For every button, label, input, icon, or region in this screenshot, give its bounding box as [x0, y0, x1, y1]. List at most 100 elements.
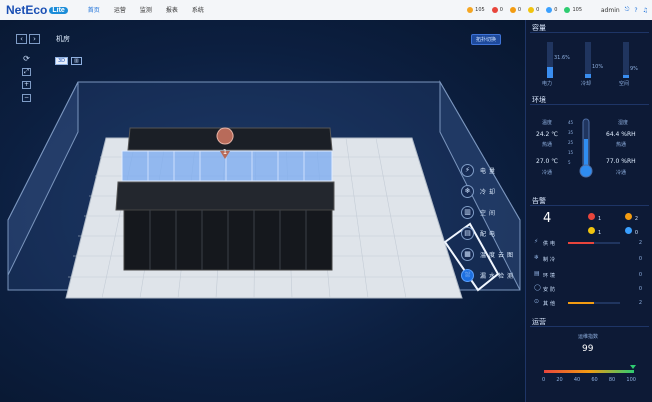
topology-switch-button[interactable]: 拓扑切换	[471, 34, 502, 45]
layer-temperature-map[interactable]: ▦ 温度云图	[461, 244, 516, 265]
capacity-bar-cooling[interactable]	[585, 42, 591, 78]
layer-power[interactable]: ⚡ 电量	[461, 160, 516, 181]
top-bar: NetEco Lite 首页 运营 监测 报表 系统 105 0 0 0 0 1…	[0, 0, 652, 22]
alarm-warning[interactable]: 0	[624, 227, 638, 236]
ops-index-value: 99	[582, 344, 594, 354]
rack-marker-label: 1	[223, 148, 227, 156]
alarm-count-minor[interactable]: 0	[528, 7, 539, 13]
zoom-out-icon[interactable]: −	[22, 94, 31, 102]
nav-home[interactable]: 首页	[87, 0, 100, 22]
ops-index-gauge	[544, 365, 637, 373]
gauge-marker-icon	[630, 365, 637, 369]
rotate-icon[interactable]: ⟳	[23, 54, 30, 63]
ops-index-label: 运维指数	[578, 334, 599, 340]
bell-icon[interactable]: ♫	[643, 7, 648, 14]
room-scene: 1 ‹ › 机房 拓扑切换 ⟳ ⤢ + − 3D ▥ ⚡ 电量 ❄ 冷却 ▥ 空间 ▤…	[0, 20, 525, 402]
snowflake-icon: ❄	[534, 254, 540, 261]
history-nav: ‹ ›	[16, 34, 42, 44]
capacity-label-space: 空间	[619, 81, 630, 87]
capacity-label-cooling: 冷却	[581, 81, 592, 87]
info-panel: 容量 31.6% 电力 10% 冷却 9% 空间 环境 温度 24.2 ℃ 热通…	[525, 20, 652, 402]
capacity-bar-power[interactable]	[547, 42, 553, 78]
main-nav: 首页 运营 监测 报表 系统	[87, 0, 218, 22]
app-root: NetEco Lite 首页 运营 监测 报表 系统 105 0 0 0 0 1…	[0, 0, 652, 402]
critical-icon	[491, 7, 498, 13]
heatmap-icon: ▦	[461, 248, 474, 261]
thermo-tick: 5	[568, 160, 571, 165]
logo[interactable]: NetEco Lite	[6, 3, 68, 17]
capacity-bar-space[interactable]	[623, 42, 629, 78]
bell-icon	[467, 7, 474, 13]
cold-aisle-humidity-label: 冷通	[616, 170, 627, 176]
alarm-count-total[interactable]: 105	[467, 7, 485, 13]
alarm-level-grid: 1 2 1 0	[588, 213, 638, 236]
logo-text: NetEco	[6, 3, 48, 17]
forward-button[interactable]: ›	[29, 34, 40, 44]
power-icon: ⚡	[534, 238, 539, 245]
nav-monitor[interactable]: 监测	[140, 0, 152, 22]
alarm-summary: 105 0 0 0 0 105	[460, 0, 582, 20]
capacity-label-power: 电力	[542, 81, 553, 87]
gauge-axis: 0 20 40 60 80 100	[542, 377, 636, 383]
rack-row-front-top[interactable]	[115, 181, 335, 211]
layer-leak-detection[interactable]: ⛆ 漏水检测	[461, 265, 516, 286]
cleared-icon	[564, 7, 571, 13]
divider	[530, 104, 649, 105]
layer-legend: ⚡ 电量 ❄ 冷却 ▥ 空间 ▤ 配电 ▦ 温度云图 ⛆ 漏水检测	[461, 160, 516, 286]
logo-badge: Lite	[49, 6, 68, 14]
gauge-tick: 80	[608, 377, 616, 383]
alarm-count-major[interactable]: 0	[509, 7, 521, 13]
alarm-total[interactable]: 4	[543, 211, 551, 226]
user-area: admin ⎋ ? ♫	[596, 0, 648, 20]
thermo-tick: 25	[568, 140, 574, 145]
other-icon: ⊙	[534, 298, 540, 305]
alarm-minor[interactable]: 1	[588, 227, 601, 236]
nav-report[interactable]: 报表	[166, 0, 178, 22]
view-chart-button[interactable]: ▥	[71, 57, 82, 65]
view-3d-button[interactable]: 3D	[55, 57, 69, 65]
alarm-count-warning[interactable]: 0	[546, 7, 557, 13]
divider	[530, 32, 649, 33]
warning-icon	[546, 7, 553, 13]
power-icon: ⚡	[461, 164, 474, 177]
nav-system[interactable]: 系统	[192, 0, 204, 22]
gauge-tick: 20	[556, 377, 563, 383]
layer-cooling[interactable]: ❄ 冷却	[461, 181, 516, 202]
gauge-tick: 40	[573, 377, 581, 383]
alarm-count-critical[interactable]: 0	[491, 7, 503, 13]
security-icon: ◯	[534, 284, 541, 291]
room-3d-view[interactable]: 1	[0, 20, 525, 402]
view-mode-toggle: 3D ▥	[55, 57, 85, 65]
layer-space[interactable]: ▥ 空间	[461, 202, 516, 223]
snowflake-icon: ❄	[461, 185, 474, 198]
environment-icon: ▤	[534, 270, 540, 277]
humidity-label: 湿度	[618, 120, 629, 126]
fullscreen-icon[interactable]: ⤢	[22, 68, 31, 76]
gauge-tick: 0	[542, 377, 546, 383]
capacity-value-space: 9%	[630, 66, 638, 72]
divider	[530, 205, 649, 206]
zoom-in-icon[interactable]: +	[22, 81, 31, 89]
water-leak-icon: ⛆	[461, 269, 474, 282]
user-name[interactable]: admin	[601, 7, 620, 14]
hot-aisle-label: 热通	[542, 142, 553, 148]
thermo-tick: 35	[568, 130, 574, 135]
divider	[530, 326, 649, 327]
nav-operation[interactable]: 运营	[114, 0, 126, 22]
cold-aisle-label: 冷通	[542, 170, 553, 176]
space-icon: ▥	[461, 206, 474, 219]
view-tools: ⟳ ⤢ + −	[22, 54, 31, 107]
alarm-major[interactable]: 2	[624, 213, 638, 222]
thermometer-icon	[579, 118, 593, 178]
capacity-value-cooling: 10%	[592, 64, 604, 70]
gauge-tick: 100	[626, 377, 636, 383]
alarm-critical[interactable]: 1	[588, 213, 601, 222]
logout-icon[interactable]: ⎋	[625, 6, 630, 14]
capacity-value-power: 31.6%	[554, 55, 570, 61]
help-icon[interactable]: ?	[634, 7, 637, 14]
room-title: 机房	[56, 35, 70, 43]
back-button[interactable]: ‹	[16, 34, 27, 44]
alarm-count-cleared[interactable]: 105	[564, 7, 582, 13]
hot-aisle-temperature: 24.2 ℃	[536, 131, 559, 138]
layer-distribution[interactable]: ▤ 配电	[461, 223, 516, 244]
